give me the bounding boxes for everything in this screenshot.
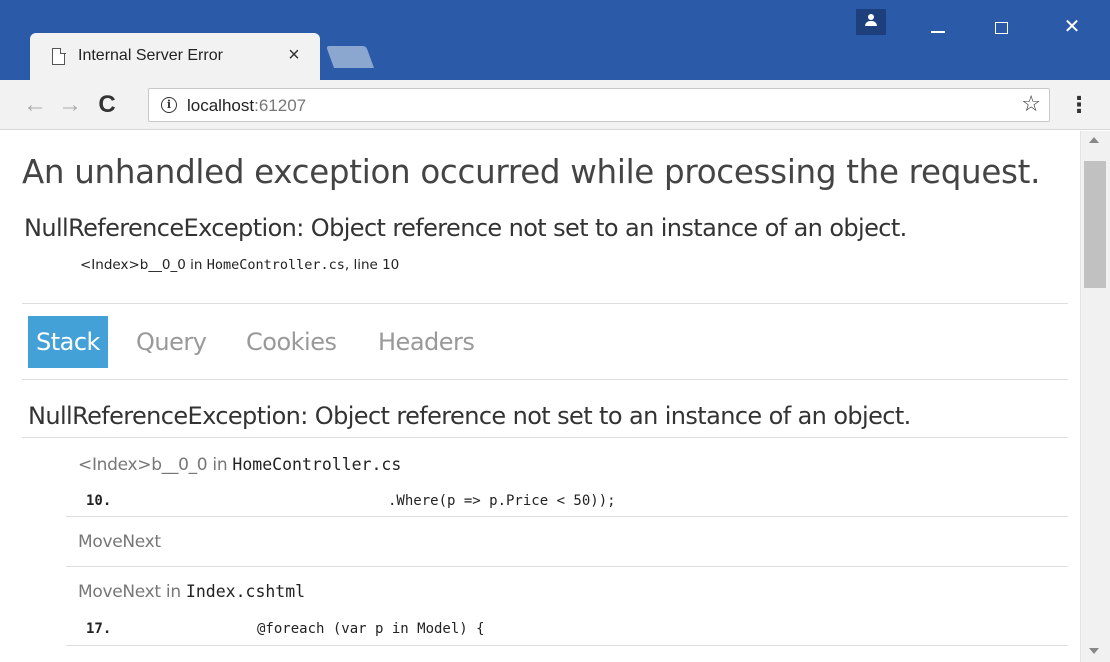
back-button[interactable]: ← (20, 90, 50, 120)
window-titlebar: Internal Server Error × ✕ (0, 0, 1110, 80)
frame-divider (66, 516, 1068, 517)
divider (22, 303, 1068, 304)
frame-divider (66, 566, 1068, 567)
code-line-number: 10. (86, 493, 112, 509)
profile-button[interactable] (856, 9, 886, 35)
scroll-up-icon[interactable] (1089, 137, 1099, 143)
tab-close-icon[interactable]: × (282, 43, 306, 67)
stack-frame[interactable]: <Index>b__0_0 in HomeController.cs (78, 455, 401, 475)
info-icon[interactable]: i (161, 97, 177, 113)
browser-menu-icon[interactable]: ⋮ (1068, 90, 1090, 120)
stack-exception-title: NullReferenceException: Object reference… (28, 402, 911, 430)
browser-tab[interactable]: Internal Server Error × (30, 33, 320, 80)
tab-title: Internal Server Error (78, 47, 223, 64)
page-icon (52, 47, 66, 65)
page-title: An unhandled exception occurred while pr… (22, 153, 1041, 191)
new-tab-button[interactable] (325, 46, 375, 68)
stack-frame[interactable]: MoveNext in Index.cshtml (78, 582, 305, 602)
maximize-button[interactable] (987, 12, 1017, 42)
minimize-button[interactable] (923, 12, 953, 42)
close-window-button[interactable]: ✕ (1057, 12, 1087, 42)
vertical-scrollbar[interactable] (1080, 131, 1110, 662)
minimize-icon (931, 31, 945, 33)
browser-toolbar: ← → C i localhost:61207 ☆ ⋮ (0, 80, 1110, 130)
frame-divider (66, 645, 1068, 646)
code-line-number: 17. (86, 621, 112, 637)
tab-headers[interactable]: Headers (370, 316, 482, 368)
tab-cookies[interactable]: Cookies (238, 316, 344, 368)
forward-button[interactable]: → (55, 90, 85, 120)
maximize-icon (995, 22, 1008, 34)
scroll-thumb[interactable] (1084, 161, 1106, 288)
url-text[interactable]: localhost:61207 (187, 96, 306, 116)
profile-icon (868, 14, 874, 20)
divider (22, 437, 1068, 438)
exception-summary: NullReferenceException: Object reference… (24, 214, 907, 242)
divider (22, 379, 1068, 380)
scroll-down-icon[interactable] (1089, 648, 1099, 654)
page-content: An unhandled exception occurred while pr… (0, 131, 1080, 662)
tab-query[interactable]: Query (128, 316, 214, 368)
exception-location: <Index>b__0_0 in HomeController.cs, line… (80, 257, 400, 273)
bookmark-star-icon[interactable]: ☆ (1021, 91, 1041, 117)
code-line: .Where(p => p.Price < 50)); (388, 493, 616, 509)
tab-stack[interactable]: Stack (28, 316, 108, 368)
stack-frame[interactable]: MoveNext (78, 532, 161, 552)
address-bar[interactable]: i localhost:61207 ☆ (148, 88, 1050, 122)
reload-button[interactable]: C (92, 90, 122, 120)
code-line: @foreach (var p in Model) { (257, 621, 485, 637)
